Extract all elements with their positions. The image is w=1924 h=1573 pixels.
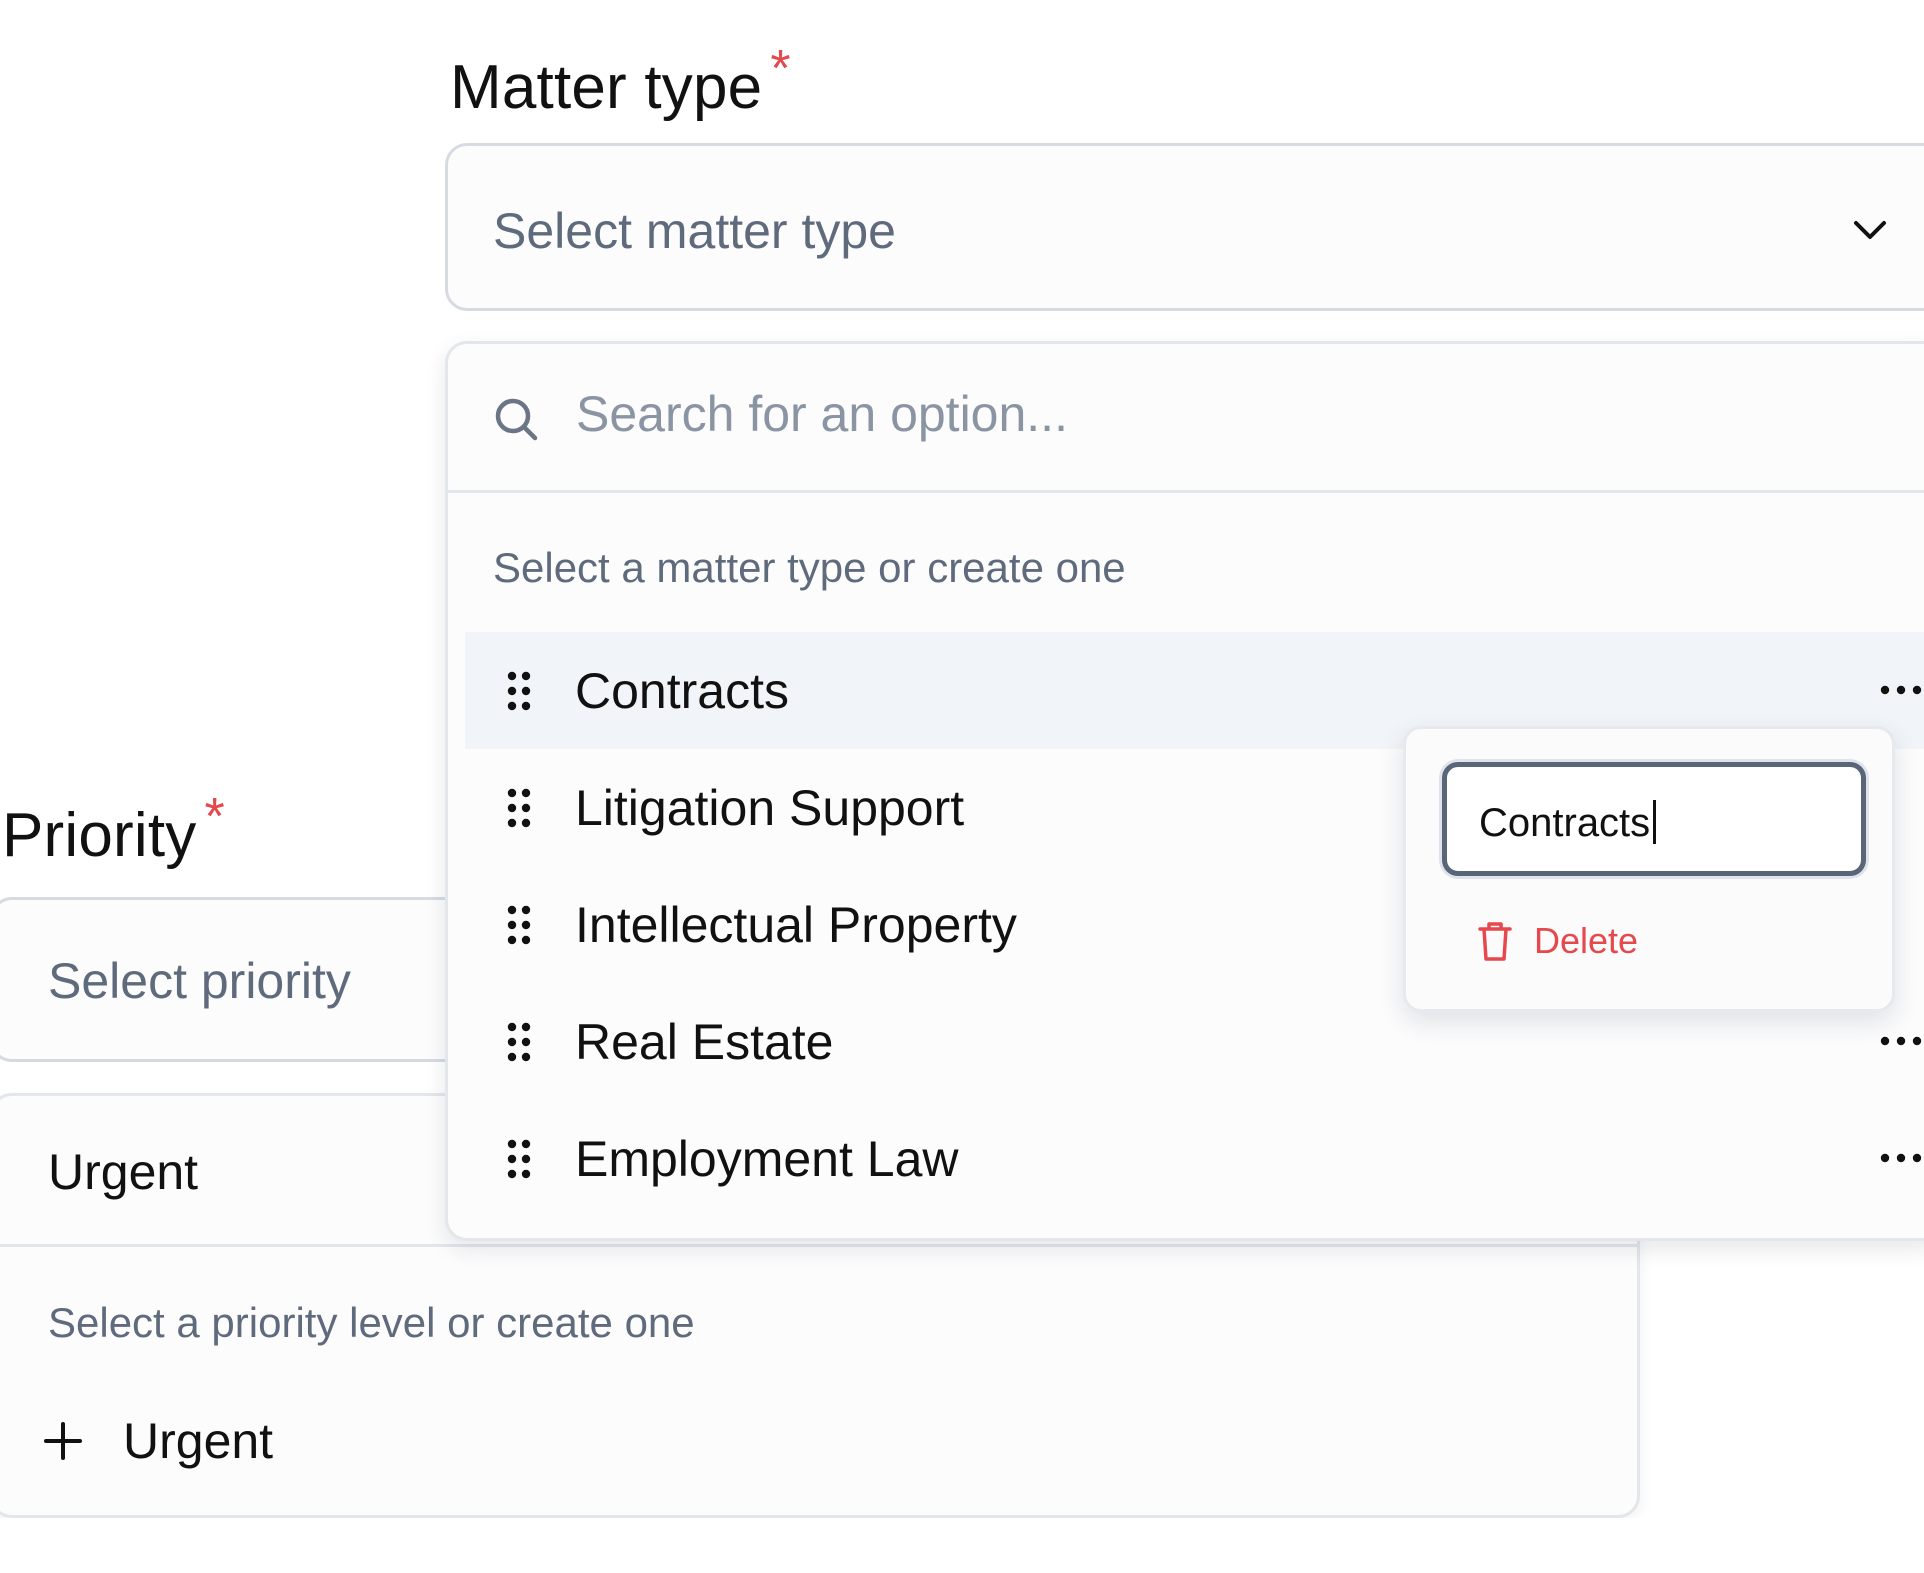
matter-type-option-employment-law[interactable]: Employment Law [465,1100,1924,1217]
matter-type-select[interactable]: Select matter type [445,143,1924,311]
delete-option-button[interactable]: Delete [1476,919,1638,963]
edit-option-popover: Contracts Delete [1403,726,1895,1012]
text-cursor [1653,800,1657,844]
form-canvas: Priority * Select priority Urgent Select … [0,0,1924,1573]
option-label: Real Estate [575,1013,834,1070]
matter-type-search-row [448,344,1924,493]
matter-type-hint: Select a matter type or create one [493,544,1126,591]
drag-handle-icon[interactable] [505,786,533,830]
priority-label: Priority * [2,788,225,871]
option-label: Intellectual Property [575,896,1017,953]
option-label: Litigation Support [575,779,965,836]
matter-type-label: Matter type * [450,40,791,123]
priority-select-placeholder: Select priority [48,953,351,1009]
delete-option-label: Delete [1534,920,1639,961]
matter-type-select-placeholder: Select matter type [493,203,896,259]
priority-search-value: Urgent [48,1144,199,1200]
drag-handle-icon[interactable] [505,903,533,947]
search-icon [495,398,538,441]
priority-hint: Select a priority level or create one [48,1299,695,1346]
chevron-down-icon [1854,221,1886,239]
option-name-input[interactable]: Contracts [1442,762,1866,876]
screenshot-bottom-edge [0,1518,1924,1573]
priority-select[interactable]: Select priority [0,897,510,1062]
more-options-icon[interactable] [1875,1023,1924,1059]
drag-handle-icon[interactable] [505,1020,533,1064]
required-asterisk: * [770,40,791,98]
create-priority-option[interactable]: Urgent [33,1401,273,1481]
more-options-icon[interactable] [1875,672,1924,708]
more-options-icon[interactable] [1875,1140,1924,1176]
drag-handle-icon[interactable] [505,1137,533,1181]
matter-type-label-text: Matter type [450,53,763,122]
create-priority-label: Urgent [123,1413,274,1469]
option-name-input-value: Contracts [1479,801,1651,845]
drag-handle-icon[interactable] [505,669,533,713]
option-label: Contracts [575,662,789,719]
matter-type-search-input[interactable] [576,374,1776,454]
required-asterisk: * [204,788,225,846]
plus-icon [33,1411,93,1471]
option-label: Employment Law [575,1130,959,1187]
priority-label-text: Priority [2,801,197,870]
trash-icon [1478,922,1512,961]
